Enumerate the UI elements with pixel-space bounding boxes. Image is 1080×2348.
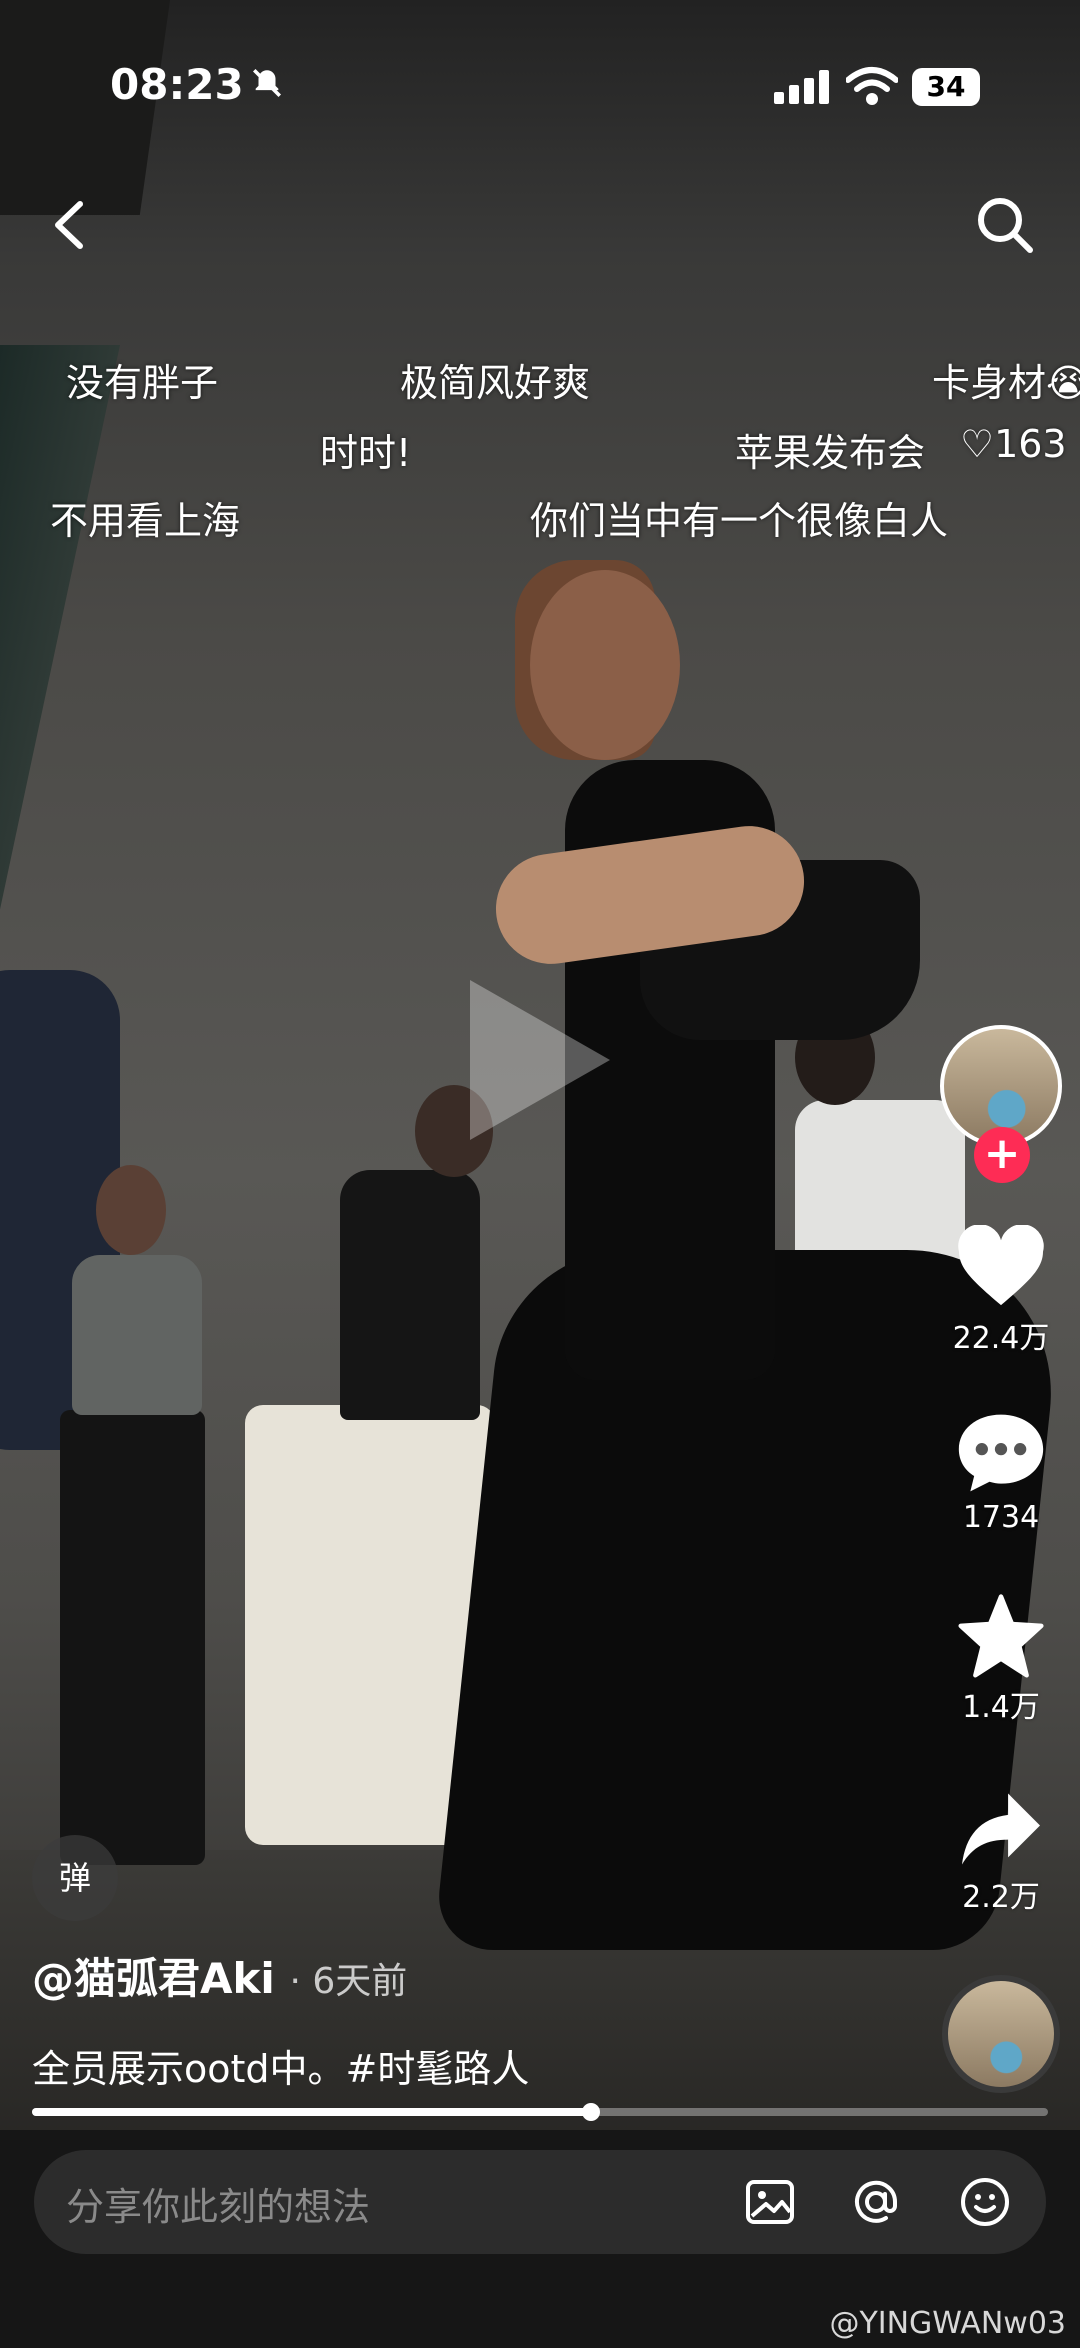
favorite-count: 1.4万 [962,1690,1040,1725]
danmaku-toggle-button[interactable]: 弹 [32,1835,118,1921]
share-count: 2.2万 [962,1880,1040,1915]
at-icon[interactable] [846,2172,906,2232]
danmaku-item: 时时! [320,431,412,475]
danmaku-item: 极简风好爽 [400,361,591,405]
wifi-icon [846,67,898,105]
post-time: 6天前 [312,1961,408,2002]
video-caption[interactable]: 全员展示ootd中。#时髦路人 [32,2038,529,2093]
comment-placeholder: 分享你此刻的想法 [66,2185,371,2229]
danmaku-item: 卡身材😭 [932,361,1080,405]
danmaku-item: 苹果发布会 [735,431,926,475]
mute-bell-icon [250,66,284,109]
danmaku-item: 你们当中有一个很像白人 [530,499,949,543]
comment-button[interactable]: 1734 [940,1410,1062,1535]
danmaku-item: ♡163 [960,422,1067,466]
share-icon [962,1793,1040,1865]
progress-handle[interactable] [581,2103,600,2121]
watermark: @YINGWANw03 [829,2306,1066,2341]
share-button[interactable]: 2.2万 [940,1790,1062,1916]
play-icon[interactable] [470,980,610,1140]
danmaku-item: 没有胖子 [66,361,219,405]
comment-icon [958,1414,1044,1492]
favorite-button[interactable]: 1.4万 [940,1592,1062,1726]
image-icon[interactable] [740,2172,800,2232]
signal-icon [774,70,829,104]
battery-indicator: 34 [912,68,980,106]
video-screen: 08:23 34 没有胖子 极简风好爽 卡身材😭 时时! 苹果发布会 ♡163 … [0,0,1080,2348]
progress-fill [32,2108,591,2116]
follow-button[interactable]: + [974,1127,1030,1183]
like-count: 22.4万 [952,1321,1050,1356]
music-disc[interactable] [942,1975,1060,2093]
danmaku-item: 不用看上海 [50,499,241,543]
progress-bar[interactable] [32,2103,1048,2121]
search-icon[interactable] [970,190,1040,260]
status-time: 08:23 [110,60,244,109]
like-button[interactable]: 22.4万 [940,1225,1062,1357]
star-icon [958,1594,1044,1678]
heart-icon [958,1225,1044,1306]
back-icon[interactable] [40,190,100,260]
video-frame[interactable] [0,0,1080,2130]
comment-count: 1734 [962,1500,1040,1535]
author-name[interactable]: @猫弧君Aki [32,1954,275,2003]
author-info: @猫弧君Aki · 6天前 [32,1954,408,2003]
emoji-icon[interactable] [955,2172,1015,2232]
